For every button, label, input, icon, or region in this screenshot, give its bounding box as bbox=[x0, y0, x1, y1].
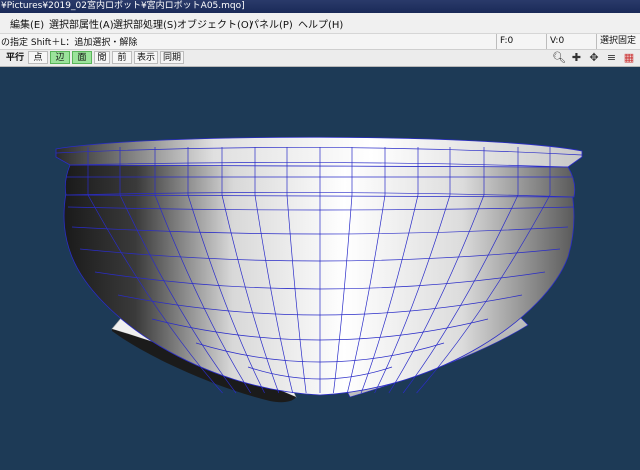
menu-icon[interactable]: ≡ bbox=[605, 51, 619, 65]
edge-mode-button[interactable]: 辺 bbox=[50, 51, 70, 64]
menu-panel[interactable]: パネル(P) bbox=[249, 16, 293, 31]
parallel-view-button[interactable]: 平行 bbox=[4, 51, 26, 64]
move-icon[interactable]: ✚ bbox=[570, 51, 584, 65]
menu-edit[interactable]: 編集(E) bbox=[10, 16, 44, 31]
face-mode-button[interactable]: 面 bbox=[72, 51, 92, 64]
front-button[interactable]: 前 bbox=[112, 51, 132, 64]
menu-object[interactable]: オブジェクト(O) bbox=[177, 16, 253, 31]
3d-viewport[interactable] bbox=[0, 67, 640, 470]
status-bar: の指定 Shift＋L：追加選択・解除 F:0 V:0 選択固定 bbox=[0, 34, 640, 50]
status-hint: の指定 Shift＋L：追加選択・解除 bbox=[1, 38, 138, 48]
face-count: F:0 bbox=[496, 34, 542, 49]
selection-lock[interactable]: 選択固定 bbox=[596, 34, 640, 49]
vertex-count: V:0 bbox=[546, 34, 592, 49]
view-tools: 🔍︎ ✚ ✥ ≡ ▦ bbox=[552, 51, 636, 65]
tool-bar: 平行 点 辺 面 閲 前 表示 同期 🔍︎ ✚ ✥ ≡ ▦ bbox=[0, 50, 640, 67]
display-button[interactable]: 表示 bbox=[134, 51, 158, 64]
menu-selection-attributes[interactable]: 選択部属性(A) bbox=[49, 16, 114, 31]
rotate-icon[interactable]: ✥ bbox=[587, 51, 601, 65]
close-mode-button[interactable]: 閲 bbox=[94, 51, 110, 64]
menu-bar: 編集(E) 選択部属性(A) 選択部処理(S) オブジェクト(O) パネル(P)… bbox=[0, 13, 640, 34]
vertex-mode-button[interactable]: 点 bbox=[28, 51, 48, 64]
window-title: ¥Pictures¥2019_02宮内ロボット¥宮内ロボットA05.mqo] bbox=[0, 0, 640, 13]
sync-button[interactable]: 同期 bbox=[160, 51, 184, 64]
bowl-model bbox=[55, 136, 583, 403]
menu-help[interactable]: ヘルプ(H) bbox=[298, 16, 343, 31]
bowl-body bbox=[63, 192, 575, 396]
menu-selection-processing[interactable]: 選択部処理(S) bbox=[113, 16, 177, 31]
panel-icon[interactable]: ▦ bbox=[622, 51, 636, 65]
zoom-icon[interactable]: 🔍︎ bbox=[552, 51, 566, 65]
